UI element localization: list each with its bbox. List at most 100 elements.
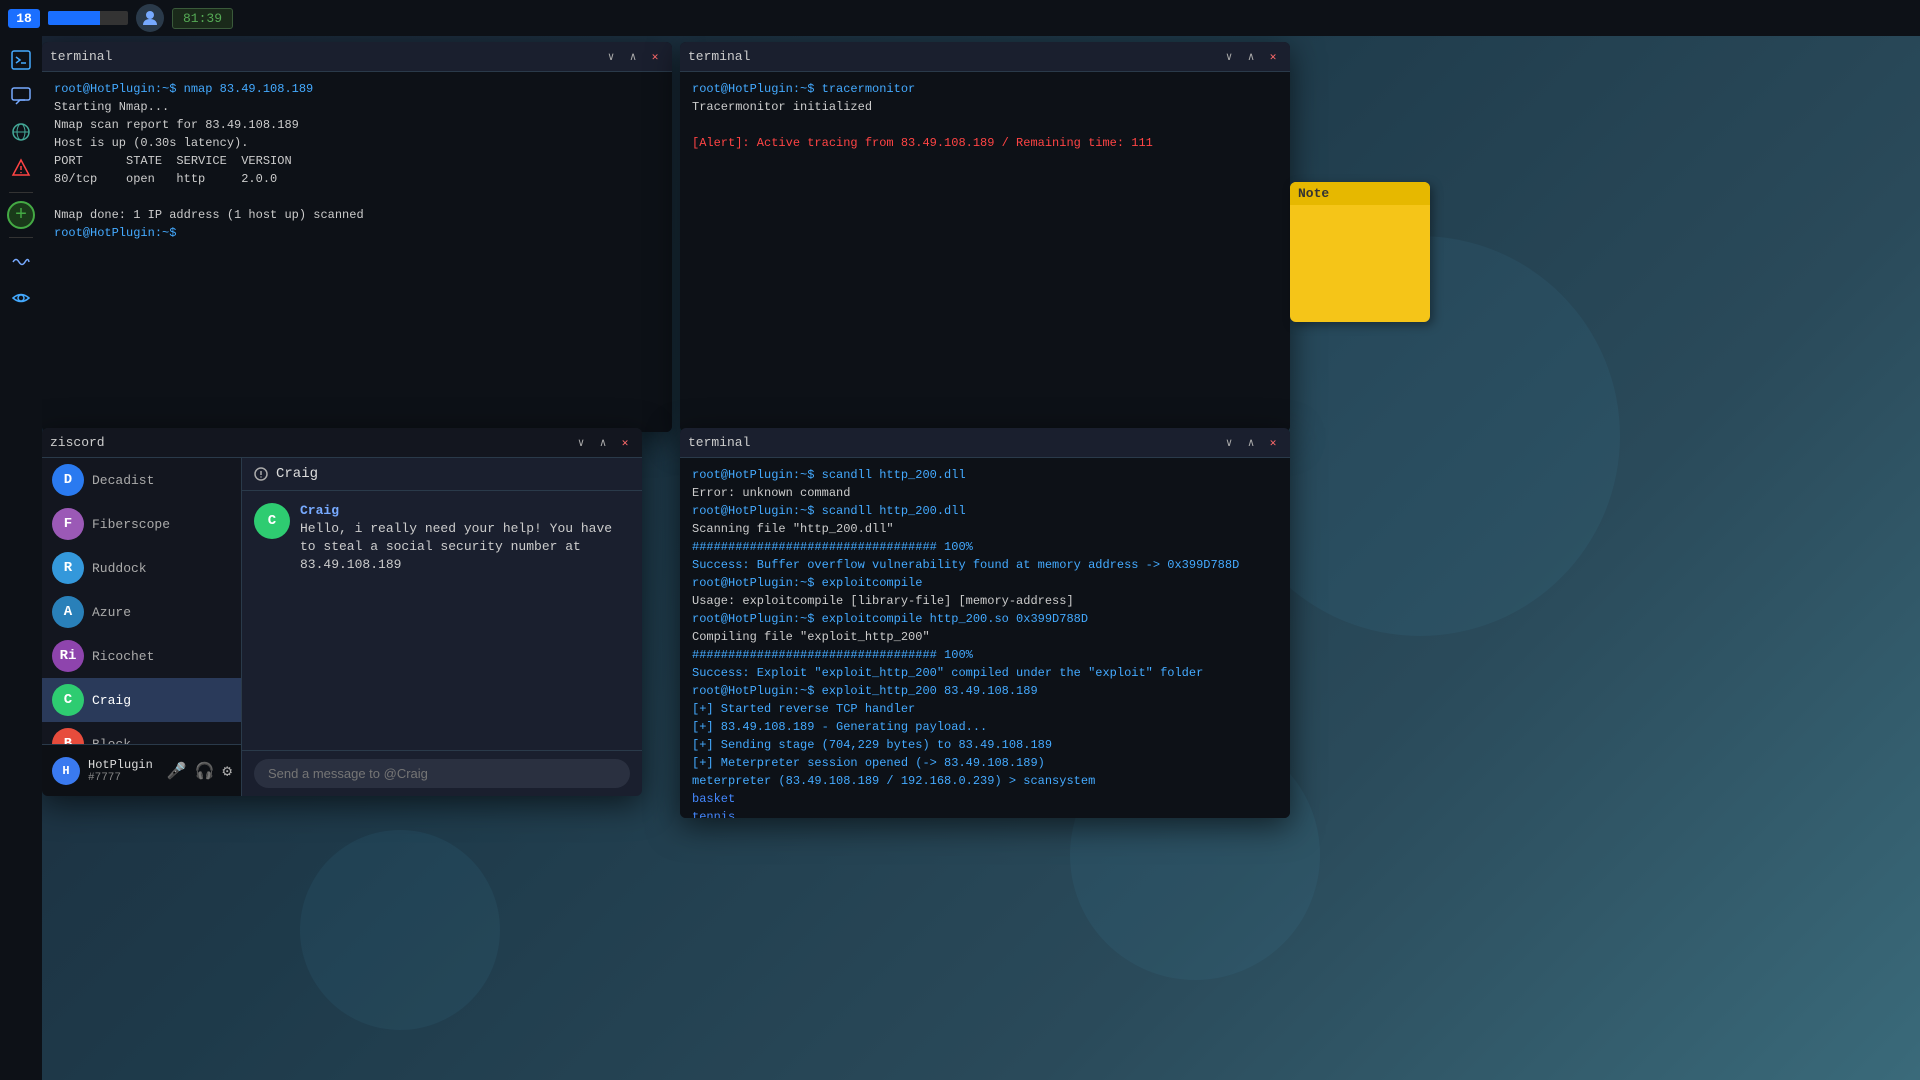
terminal-1-controls: ∨ ∧ ✕ (602, 48, 664, 66)
terminal-1-close[interactable]: ✕ (646, 48, 664, 66)
ziscord-close[interactable]: ✕ (616, 434, 634, 452)
ziscord-user-item[interactable]: DDecadist (42, 458, 241, 502)
ziscord-user-item[interactable]: RRuddock (42, 546, 241, 590)
self-user-info: HotPlugin #7777 (88, 758, 159, 784)
alert-sidebar-icon[interactable] (5, 152, 37, 184)
terminal-1-titlebar: terminal ∨ ∧ ✕ (42, 42, 672, 72)
ziscord-maximize[interactable]: ∧ (594, 434, 612, 452)
terminal-line: PORT STATE SERVICE VERSION (54, 152, 660, 170)
terminal-line: root@HotPlugin:~$ (54, 224, 660, 242)
globe-sidebar-icon[interactable] (5, 116, 37, 148)
terminal-1-title: terminal (50, 49, 112, 64)
user-name: Ricochet (92, 649, 154, 664)
terminal-line: Tracermonitor initialized (692, 98, 1278, 116)
terminal-2-close[interactable]: ✕ (1264, 48, 1282, 66)
chat-sidebar-icon[interactable] (5, 80, 37, 112)
terminal-line: Starting Nmap... (54, 98, 660, 116)
ziscord-chat: Craig C Craig Hello, i really need your … (242, 458, 642, 796)
terminal-3-maximize[interactable]: ∧ (1242, 434, 1260, 452)
terminal-line (692, 116, 1278, 134)
ziscord-footer: H HotPlugin #7777 🎤 🎧 ⚙ (42, 744, 242, 796)
user-avatar: F (52, 508, 84, 540)
sidebar: + (0, 36, 42, 1080)
terminal-1-body: root@HotPlugin:~$ nmap 83.49.108.189Star… (42, 72, 672, 432)
terminal-line: basket (692, 790, 1278, 808)
wave-sidebar-icon[interactable] (5, 246, 37, 278)
message-text: Hello, i really need your help! You have… (300, 520, 630, 575)
ziscord-minimize[interactable]: ∨ (572, 434, 590, 452)
user-avatar: A (52, 596, 84, 628)
terminal-2-minimize[interactable]: ∨ (1220, 48, 1238, 66)
chat-recipient: Craig (276, 466, 318, 482)
terminal-window-3: terminal ∨ ∧ ✕ root@HotPlugin:~$ scandll… (680, 428, 1290, 818)
timer: 81:39 (172, 8, 233, 29)
terminal-line: root@HotPlugin:~$ nmap 83.49.108.189 (54, 80, 660, 98)
ziscord-user-item[interactable]: Ri Ricochet (42, 634, 241, 678)
xp-bar (48, 11, 128, 25)
terminal-line: Compiling file "exploit_http_200" (692, 628, 1278, 646)
terminal-line: root@HotPlugin:~$ exploit_http_200 83.49… (692, 682, 1278, 700)
terminal-line: Error: unknown command (692, 484, 1278, 502)
sidebar-separator (9, 192, 33, 193)
self-username: HotPlugin (88, 758, 159, 772)
headphone-icon[interactable]: 🎧 (194, 761, 214, 781)
add-button[interactable]: + (7, 201, 35, 229)
ziscord-user-item[interactable]: C Craig (42, 678, 241, 722)
ziscord-user-item[interactable]: F Fiberscope (42, 502, 241, 546)
ziscord-input-bar (242, 750, 642, 796)
note-widget: Note (1290, 182, 1430, 322)
terminal-sidebar-icon[interactable] (5, 44, 37, 76)
message-content: Craig Hello, i really need your help! Yo… (300, 503, 630, 575)
terminal-line: 80/tcp open http 2.0.0 (54, 170, 660, 188)
note-title: Note (1290, 182, 1430, 205)
terminal-line: Success: Exploit "exploit_http_200" comp… (692, 664, 1278, 682)
message-avatar: C (254, 503, 290, 539)
ziscord-controls: ∨ ∧ ✕ (572, 434, 634, 452)
terminal-2-maximize[interactable]: ∧ (1242, 48, 1260, 66)
terminal-line: [+] Meterpreter session opened (-> 83.49… (692, 754, 1278, 772)
terminal-line: meterpreter (83.49.108.189 / 192.168.0.2… (692, 772, 1278, 790)
ziscord-user-item[interactable]: AAzure (42, 590, 241, 634)
chat-input[interactable] (254, 759, 630, 788)
ziscord-chat-header: Craig (242, 458, 642, 491)
terminal-line: Scanning file "http_200.dll" (692, 520, 1278, 538)
terminal-3-title: terminal (688, 435, 750, 450)
terminal-line: Nmap scan report for 83.49.108.189 (54, 116, 660, 134)
terminal-line: [+] Sending stage (704,229 bytes) to 83.… (692, 736, 1278, 754)
user-name: Fiberscope (92, 517, 170, 532)
chat-message: C Craig Hello, i really need your help! … (254, 503, 630, 575)
level-badge: 18 (8, 9, 40, 28)
terminal-line: Host is up (0.30s latency). (54, 134, 660, 152)
settings-icon[interactable]: ⚙ (222, 761, 232, 781)
terminal-line: tennis (692, 808, 1278, 818)
user-name: Craig (92, 693, 131, 708)
xp-fill (48, 11, 100, 25)
ziscord-title: ziscord (50, 435, 105, 450)
terminal-3-controls: ∨ ∧ ✕ (1220, 434, 1282, 452)
message-sender: Craig (300, 503, 630, 518)
note-body[interactable] (1290, 205, 1430, 285)
terminal-1-maximize[interactable]: ∧ (624, 48, 642, 66)
terminal-1-minimize[interactable]: ∨ (602, 48, 620, 66)
terminal-2-title: terminal (688, 49, 750, 64)
terminal-window-2: terminal ∨ ∧ ✕ root@HotPlugin:~$ tracerm… (680, 42, 1290, 432)
self-avatar: H (52, 757, 80, 785)
user-avatar: C (52, 684, 84, 716)
eye-sidebar-icon[interactable] (5, 282, 37, 314)
terminal-line: root@HotPlugin:~$ exploitcompile (692, 574, 1278, 592)
user-name: Decadist (92, 473, 154, 488)
terminal-3-body: root@HotPlugin:~$ scandll http_200.dllEr… (680, 458, 1290, 818)
terminal-line (54, 188, 660, 206)
chat-messages: C Craig Hello, i really need your help! … (242, 491, 642, 750)
terminal-line: Nmap done: 1 IP address (1 host up) scan… (54, 206, 660, 224)
terminal-line: [+] Started reverse TCP handler (692, 700, 1278, 718)
mic-icon[interactable]: 🎤 (167, 761, 187, 781)
terminal-line: Usage: exploitcompile [library-file] [me… (692, 592, 1278, 610)
user-avatar: Ri (52, 640, 84, 672)
terminal-line: ################################## 100% (692, 646, 1278, 664)
user-avatar: R (52, 552, 84, 584)
profile-icon[interactable] (136, 4, 164, 32)
terminal-2-body: root@HotPlugin:~$ tracermonitorTracermon… (680, 72, 1290, 432)
terminal-3-close[interactable]: ✕ (1264, 434, 1282, 452)
terminal-3-minimize[interactable]: ∨ (1220, 434, 1238, 452)
